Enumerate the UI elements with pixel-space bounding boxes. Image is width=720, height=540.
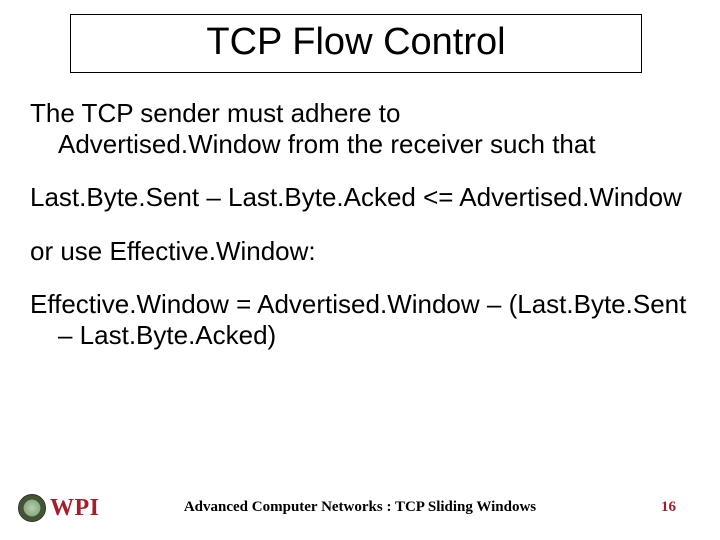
- formula-1: Last.Byte.Sent – Last.Byte.Acked <= Adve…: [30, 182, 690, 213]
- or-use-line: or use Effective.Window:: [30, 236, 690, 267]
- footer-course-title: Advanced Computer Networks : TCP Sliding…: [0, 499, 720, 516]
- page-number: 16: [661, 499, 676, 516]
- formula-2-line1: Effective.Window = Advertised.Window – (…: [30, 289, 686, 319]
- intro-line1: The TCP sender must adhere to: [30, 98, 400, 128]
- slide-footer: WPI Advanced Computer Networks : TCP Sli…: [0, 482, 720, 522]
- intro-line2: Advertised.Window from the receiver such…: [58, 129, 596, 159]
- slide-title-box: TCP Flow Control: [70, 14, 642, 73]
- formula-2: Effective.Window = Advertised.Window – (…: [30, 289, 690, 351]
- formula-2-line2: – Last.Byte.Acked): [58, 320, 276, 350]
- slide: TCP Flow Control The TCP sender must adh…: [0, 0, 720, 540]
- intro-paragraph: The TCP sender must adhere to Advertised…: [30, 98, 690, 160]
- slide-body: The TCP sender must adhere to Advertised…: [30, 98, 690, 373]
- slide-title: TCP Flow Control: [206, 21, 505, 63]
